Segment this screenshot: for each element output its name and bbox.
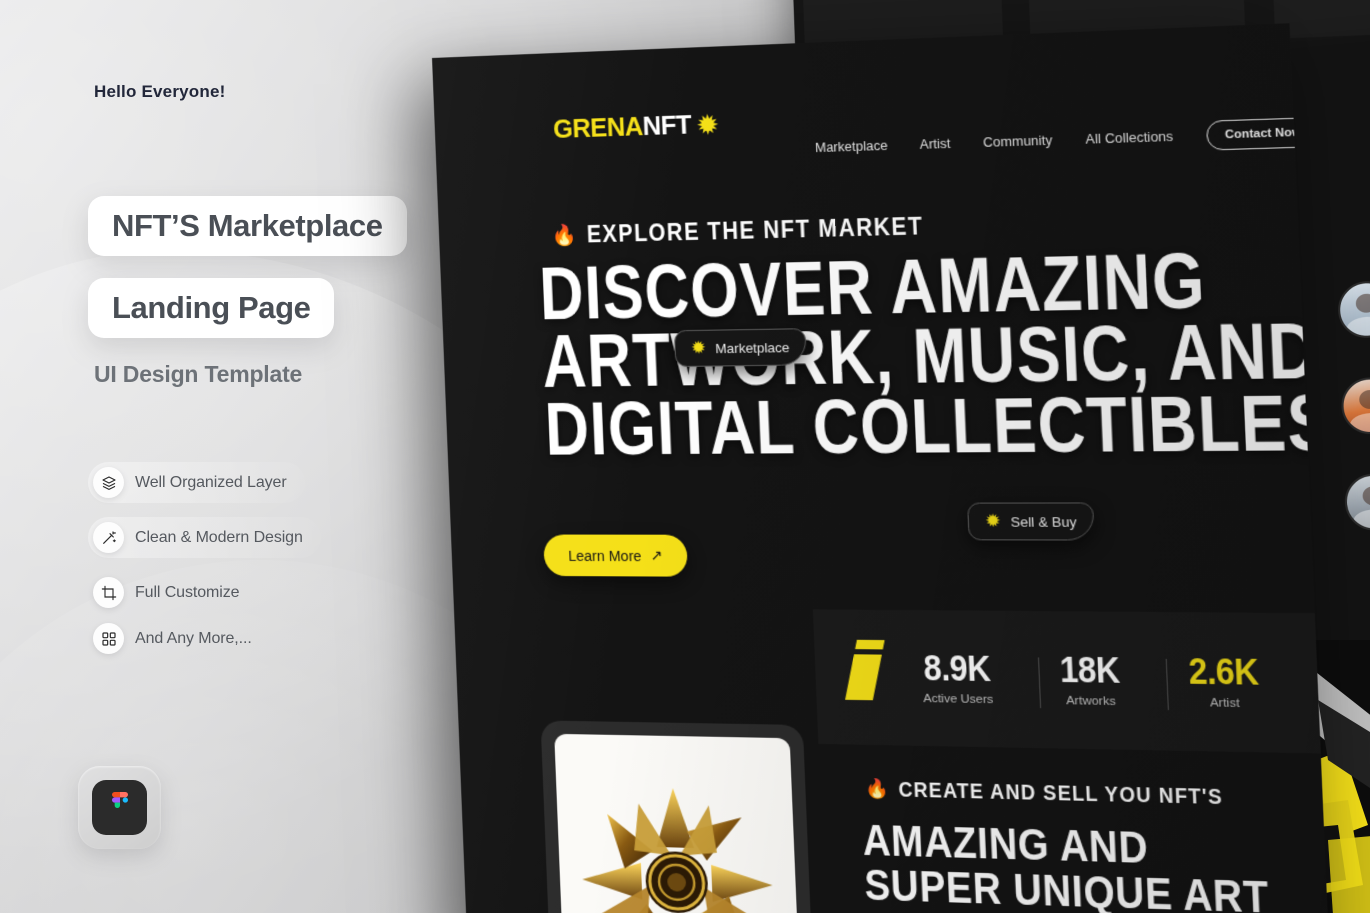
feature-item-well-organized-layer: Well Organized Layer bbox=[88, 462, 305, 503]
floating-badge-marketplace: ✹ Marketplace bbox=[673, 328, 808, 368]
showcase-eyebrow-text: CREATE AND SELL YOU NFT'S bbox=[897, 777, 1224, 809]
stat-active-users: 8.9K Active Users bbox=[900, 648, 1016, 706]
arrow-up-right-icon: ↗ bbox=[650, 546, 664, 564]
nav-link-community[interactable]: Community bbox=[983, 133, 1053, 150]
greeting-text: Hello Everyone! bbox=[94, 82, 226, 101]
brand-name-plain: NFT bbox=[642, 110, 692, 142]
golden-flower-artwork bbox=[554, 733, 803, 913]
fire-icon: 🔥 bbox=[550, 224, 578, 248]
hero-eyebrow: 🔥 EXPLORE THE NFT MARKET bbox=[551, 213, 924, 248]
stats-accent-mark bbox=[845, 654, 882, 701]
title-chip-line-1: NFT’S Marketplace bbox=[88, 196, 407, 256]
learn-more-label: Learn More bbox=[567, 547, 642, 564]
feature-label: And Any More,... bbox=[135, 629, 252, 647]
sparkle-icon: ✹ bbox=[690, 337, 707, 358]
showcase-headline: AMAZING AND SUPER UNIQUE ART OF THIS WEE… bbox=[862, 814, 1270, 913]
main-navigation: Marketplace Artist Community All Collect… bbox=[814, 116, 1321, 162]
nav-link-artist[interactable]: Artist bbox=[919, 136, 950, 152]
main-mockup: GRENA NFT ✹ Marketplace Artist Community … bbox=[432, 23, 1332, 913]
brand-name-accent: GRENA bbox=[552, 112, 644, 145]
sparkle-icon: ✹ bbox=[697, 111, 718, 139]
magic-wand-icon bbox=[93, 522, 124, 553]
feature-item-clean-modern-design: Clean & Modern Design bbox=[88, 517, 321, 558]
stat-value: 18K bbox=[1059, 650, 1121, 692]
avatar bbox=[1340, 376, 1370, 435]
fire-icon: 🔥 bbox=[864, 778, 890, 800]
stat-value: 2.6K bbox=[1187, 651, 1260, 694]
stat-label: Artworks bbox=[1065, 694, 1116, 708]
feature-label: Clean & Modern Design bbox=[135, 528, 303, 546]
floating-badge-sell-buy: ✹ Sell & Buy bbox=[967, 502, 1096, 541]
stat-artist: 2.6K Artist bbox=[1166, 651, 1283, 710]
stat-artworks: 18K Artworks bbox=[1037, 650, 1143, 708]
feature-item-full-customize: Full Customize bbox=[88, 572, 257, 613]
figma-badge bbox=[78, 766, 161, 849]
brand-logo[interactable]: GRENA NFT ✹ bbox=[553, 110, 718, 145]
figma-logo-icon bbox=[92, 780, 147, 835]
artwork-card[interactable] bbox=[540, 720, 817, 913]
title-line-2-text: Landing Page bbox=[112, 290, 311, 325]
sparkle-icon: ✹ bbox=[984, 510, 1002, 531]
feature-label: Well Organized Layer bbox=[135, 473, 287, 491]
floating-badge-label: Sell & Buy bbox=[1010, 513, 1077, 530]
subtitle-text: UI Design Template bbox=[94, 361, 303, 387]
crop-icon bbox=[93, 577, 124, 608]
learn-more-button[interactable]: Learn More ↗ bbox=[543, 534, 689, 577]
feature-item-and-any-more: And Any More,... bbox=[88, 618, 270, 659]
feature-label: Full Customize bbox=[135, 583, 240, 601]
title-chip-line-2: Landing Page bbox=[88, 278, 335, 338]
showcase-eyebrow: 🔥 CREATE AND SELL YOU NFT'S bbox=[864, 777, 1224, 809]
stat-value: 8.9K bbox=[922, 648, 992, 690]
layers-icon bbox=[93, 467, 124, 498]
stat-label: Artist bbox=[1209, 696, 1240, 710]
hero-headline: DISCOVER AMAZING ARTWORK, MUSIC, AND DIG… bbox=[538, 237, 1332, 471]
stats-strip: 8.9K Active Users 18K Artworks 2.6K Arti… bbox=[812, 609, 1332, 754]
grid-icon bbox=[93, 623, 124, 654]
stat-label: Active Users bbox=[923, 692, 994, 706]
title-line-1-text: NFT’S Marketplace bbox=[112, 208, 383, 243]
floating-badge-label: Marketplace bbox=[715, 339, 790, 356]
hero-eyebrow-text: EXPLORE THE NFT MARKET bbox=[586, 212, 924, 248]
nav-link-marketplace[interactable]: Marketplace bbox=[815, 138, 888, 155]
hero-headline-line-3: DIGITAL COLLECTIBLES bbox=[543, 379, 1332, 471]
avatar bbox=[1337, 279, 1370, 339]
avatar bbox=[1343, 473, 1370, 531]
nav-link-all-collections[interactable]: All Collections bbox=[1085, 129, 1173, 147]
presentation-stage: Hello Everyone! NFT’S Marketplace Landin… bbox=[0, 0, 1370, 913]
